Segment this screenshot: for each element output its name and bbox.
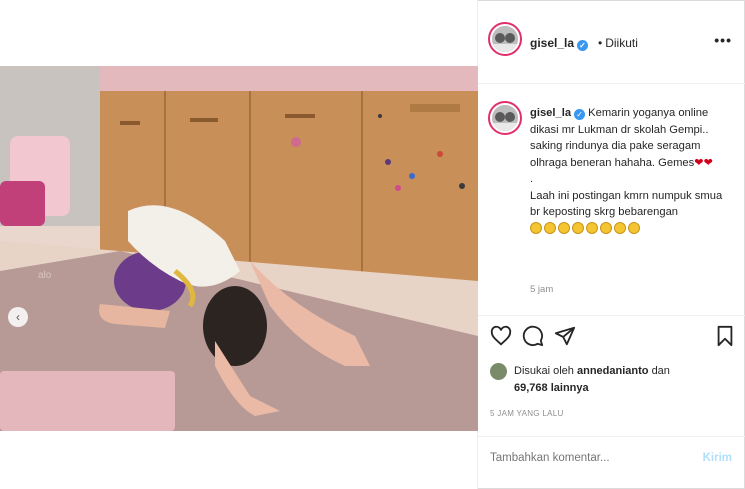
author-username[interactable]: gisel_la ✓ (530, 36, 589, 51)
mat-logo-text: alo (38, 270, 52, 281)
likes-text: Disukai oleh annedanianto dan 69,768 lai… (514, 363, 734, 397)
verified-badge-icon: ✓ (577, 40, 589, 51)
caption-author-avatar[interactable] (488, 101, 522, 135)
more-options-icon[interactable]: ••• (714, 32, 732, 48)
post-timestamp[interactable]: 5 JAM YANG LALU (490, 409, 564, 418)
heart-icon[interactable] (490, 325, 512, 347)
laughing-emoji-icon (628, 221, 640, 234)
divider (478, 436, 745, 437)
chevron-left-icon: ‹ (16, 310, 20, 324)
laughing-emoji-icon (600, 221, 612, 234)
author-username-text[interactable]: gisel_la (530, 36, 574, 50)
comment-icon[interactable] (522, 325, 544, 347)
laughing-emoji-row (530, 221, 730, 234)
verified-badge-icon: ✓ (574, 109, 586, 120)
follow-status-label[interactable]: Diikuti (605, 36, 638, 50)
laughing-emoji-icon (558, 221, 570, 234)
author-avatar[interactable] (488, 22, 522, 56)
post-comment-button[interactable]: Kirim (703, 452, 732, 464)
post-header: gisel_la ✓ • Diikuti ••• (478, 0, 745, 84)
divider (478, 315, 745, 316)
likes-count[interactable]: 69,768 (514, 382, 548, 394)
carousel-prev-button[interactable]: ‹ (8, 307, 28, 327)
likes-prefix: Disukai oleh (514, 365, 574, 377)
caption-username[interactable]: gisel_la (530, 107, 571, 119)
liker-username[interactable]: annedanianto (577, 365, 649, 377)
post-photo[interactable]: alo ‹ (0, 66, 478, 431)
laughing-emoji-icon (614, 221, 626, 234)
comment-input[interactable] (490, 452, 690, 464)
caption-time[interactable]: 5 jam (530, 284, 553, 295)
laughing-emoji-icon (572, 221, 584, 234)
laughing-emoji-icon (586, 221, 598, 234)
follow-status[interactable]: • Diikuti (598, 36, 638, 50)
separator-dot: • (598, 36, 603, 50)
laughing-emoji-icon (530, 221, 542, 234)
caption-section: gisel_la ✓ Kemarin yoganya online dikasi … (478, 84, 745, 314)
bookmark-icon[interactable] (714, 325, 736, 347)
laughing-emoji-icon (544, 221, 556, 234)
caption-line-2: . (530, 173, 534, 185)
likes-suffix[interactable]: lainnya (551, 382, 589, 394)
yoga-photo-illustration: alo (0, 66, 478, 431)
heart-emoji-icon: ❤❤ (694, 156, 713, 169)
liker-avatar[interactable] (490, 363, 507, 380)
caption-line-3: Laah ini postingan kmrn numpuk smua br k… (530, 189, 723, 219)
post-side-panel: gisel_la ✓ • Diikuti ••• gisel_la ✓ Kemarin… (478, 0, 745, 489)
caption-text: gisel_la ✓ Kemarin yoganya online dikasi … (530, 105, 730, 234)
likes-joiner: dan (651, 365, 670, 377)
post-media-area: alo ‹ (0, 0, 478, 489)
share-icon[interactable] (554, 325, 576, 347)
